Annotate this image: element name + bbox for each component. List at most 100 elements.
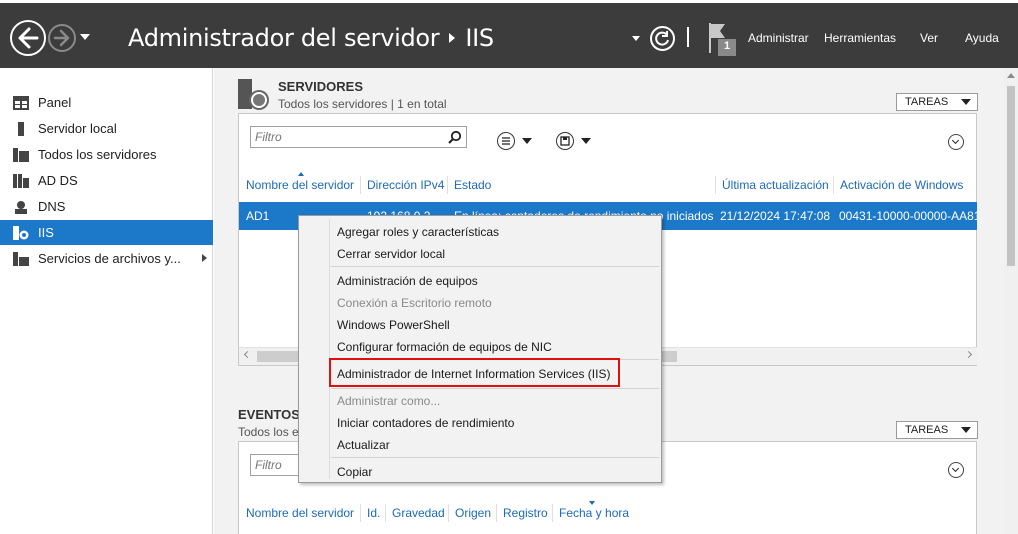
events-tasks-dropdown[interactable]: TAREAS [896, 421, 978, 439]
save-options-dropdown-icon[interactable] [581, 138, 591, 144]
servers-filter-bar [239, 114, 976, 158]
sidebar-item-label: Todos los servidores [38, 147, 157, 162]
dashboard-icon [13, 96, 29, 110]
scroll-right-icon[interactable] [964, 350, 973, 359]
menu-item-remote-desktop: Conexión a Escritorio remoto [337, 296, 492, 310]
breadcrumb-dropdown-icon[interactable] [632, 36, 640, 41]
tasks-label: TAREAS [905, 96, 949, 108]
column-date-time[interactable]: Fecha y hora [559, 506, 629, 520]
sidebar-item-adds[interactable]: AD DS [0, 168, 213, 193]
column-activation[interactable]: Activación de Windows [840, 178, 963, 192]
sidebar-item-label: Servicios de archivos y... [38, 251, 181, 266]
servers-column-headers: Nombre del servidor Dirección IPv4 Estad… [239, 172, 977, 198]
events-section-title: EVENTOS [238, 407, 300, 422]
back-button[interactable] [10, 20, 46, 56]
notifications-button[interactable]: 1 [708, 21, 738, 57]
search-icon[interactable] [448, 130, 462, 144]
expand-panel-button[interactable] [948, 462, 964, 478]
notification-count: 1 [724, 40, 731, 52]
breadcrumb-separator-icon [449, 32, 456, 43]
cell-server-name: AD1 [246, 209, 270, 223]
save-icon [560, 136, 570, 146]
menu-item-add-roles[interactable]: Agregar roles y características [337, 225, 499, 239]
column-status[interactable]: Estado [454, 178, 491, 192]
server-icon [18, 122, 24, 136]
breadcrumb: Administrador del servidor IIS [128, 24, 494, 52]
column-divider [385, 504, 386, 522]
servers-section-subtitle: Todos los servidores | 1 en total [278, 97, 447, 111]
chevron-down-icon [961, 427, 971, 433]
save-query-button[interactable] [556, 132, 574, 150]
column-divider [448, 504, 449, 522]
column-server-name[interactable]: Nombre del servidor [246, 178, 354, 192]
sidebar-item-dns[interactable]: DNS [0, 194, 213, 219]
menu-item-computer-management[interactable]: Administración de equipos [337, 274, 478, 288]
tasks-label: TAREAS [905, 424, 949, 436]
list-options-dropdown-icon[interactable] [522, 138, 532, 144]
highlight-box [329, 358, 620, 387]
menu-administrar[interactable]: Administrar [748, 31, 809, 45]
menu-separator [331, 388, 659, 389]
scroll-up-icon[interactable] [1007, 73, 1015, 78]
servers-tasks-dropdown[interactable]: TAREAS [896, 93, 978, 111]
history-dropdown-icon[interactable] [80, 34, 90, 40]
column-divider [833, 176, 834, 194]
forward-button[interactable] [48, 24, 76, 52]
sidebar-item-local-server[interactable]: Servidor local [0, 116, 213, 141]
servers-icon [13, 148, 29, 162]
column-last-update[interactable]: Última actualización [722, 178, 829, 192]
menu-gutter [329, 219, 330, 479]
menu-item-start-perf-counters[interactable]: Iniciar contadores de rendimiento [337, 416, 514, 430]
window-top-edge [0, 0, 1018, 3]
menu-separator [331, 457, 659, 458]
expand-panel-button[interactable] [948, 134, 964, 150]
refresh-button[interactable] [650, 26, 675, 51]
column-severity[interactable]: Gravedad [392, 506, 445, 520]
menu-ver[interactable]: Ver [920, 31, 938, 45]
column-server-name[interactable]: Nombre del servidor [246, 506, 354, 520]
scrollbar-thumb[interactable] [1007, 86, 1015, 266]
menu-separator [331, 266, 659, 267]
servers-filter [250, 126, 467, 148]
sidebar-item-panel[interactable]: Panel [0, 90, 213, 115]
column-divider [360, 504, 361, 522]
refresh-icon [655, 31, 669, 46]
toolbar-divider [687, 27, 689, 47]
events-column-headers: Nombre del servidor Id. Gravedad Origen … [239, 501, 977, 526]
column-divider [552, 504, 553, 522]
context-menu: Agregar roles y características Cerrar s… [298, 215, 662, 483]
app-title: Administrador del servidor [128, 24, 440, 52]
sidebar-item-label: DNS [38, 199, 66, 214]
events-section-subtitle: Todos los eventos [238, 425, 298, 439]
menu-item-shutdown-local-server[interactable]: Cerrar servidor local [337, 247, 445, 261]
menu-item-copy[interactable]: Copiar [337, 465, 372, 479]
menu-item-refresh[interactable]: Actualizar [337, 438, 390, 452]
menu-item-manage-as: Administrar como... [337, 394, 441, 408]
menu-item-powershell[interactable]: Windows PowerShell [337, 318, 450, 332]
column-log[interactable]: Registro [503, 506, 548, 520]
column-source[interactable]: Origen [455, 506, 491, 520]
servers-section-icon [238, 79, 269, 110]
vertical-scrollbar[interactable] [1004, 68, 1018, 534]
flag-icon [709, 23, 736, 56]
list-icon [502, 137, 510, 145]
iis-icon [13, 226, 29, 240]
sidebar-item-iis[interactable]: IIS [0, 220, 213, 245]
column-divider [447, 176, 448, 194]
sidebar-item-label: IIS [38, 225, 54, 240]
column-divider [496, 504, 497, 522]
sidebar-item-all-servers[interactable]: Todos los servidores [0, 142, 213, 167]
menu-herramientas[interactable]: Herramientas [824, 31, 896, 45]
menu-ayuda[interactable]: Ayuda [965, 31, 999, 45]
sidebar-item-label: AD DS [38, 173, 78, 188]
column-ipv4[interactable]: Dirección IPv4 [367, 178, 444, 192]
scroll-left-icon[interactable] [243, 350, 252, 359]
servers-filter-input[interactable] [251, 127, 441, 147]
column-id[interactable]: Id. [367, 506, 380, 520]
list-view-button[interactable] [497, 132, 515, 150]
cell-last-update: 21/12/2024 17:47:08 [720, 209, 831, 223]
sidebar-item-file-services[interactable]: Servicios de archivos y... [0, 246, 213, 271]
page-title: IIS [465, 24, 494, 52]
chevron-right-icon [202, 254, 207, 262]
menu-item-nic-teaming[interactable]: Configurar formación de equipos de NIC [337, 340, 552, 354]
